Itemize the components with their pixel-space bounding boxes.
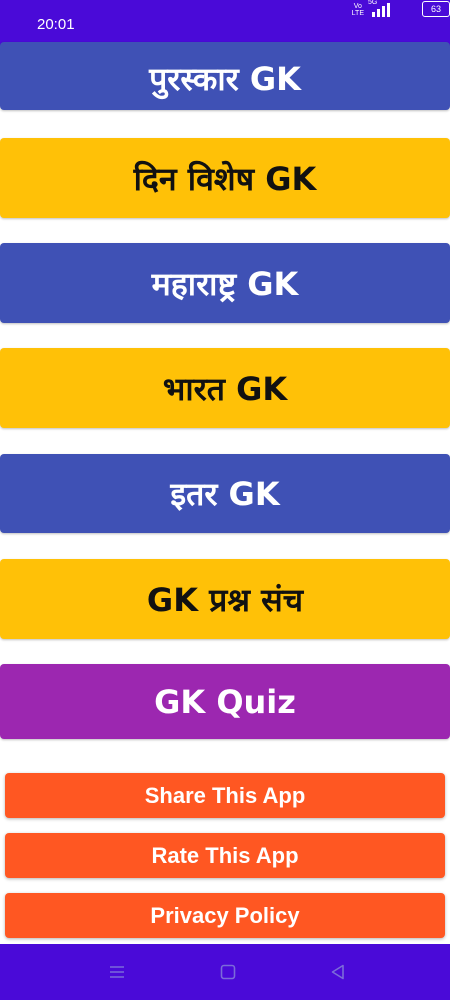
navigation-bar <box>0 944 450 1000</box>
menu-button-bharat-gk[interactable]: भारत GK <box>0 348 450 428</box>
share-app-button[interactable]: Share This App <box>5 773 445 818</box>
menu-button-label: GK Quiz <box>154 682 296 721</box>
menu-button-gk-prashna-sanch[interactable]: GK प्रश्न संच <box>0 559 450 639</box>
signal-icon: 5G <box>368 0 392 17</box>
rate-app-button[interactable]: Rate This App <box>5 833 445 878</box>
privacy-policy-label: Privacy Policy <box>150 902 300 928</box>
menu-button-din-vishesh-gk[interactable]: दिन विशेष GK <box>0 138 450 218</box>
privacy-policy-button[interactable]: Privacy Policy <box>5 893 445 938</box>
menu-button-label: GK प्रश्न संच <box>146 580 304 619</box>
home-icon[interactable] <box>218 962 238 982</box>
menu-icon[interactable] <box>107 962 127 982</box>
battery-level: 63 <box>430 4 441 14</box>
status-bar: 20:01 Vo LTE 5G 63 <box>0 0 450 46</box>
menu-button-label: पुरस्कार GK <box>149 59 301 98</box>
menu-button-itar-gk[interactable]: इतर GK <box>0 454 450 533</box>
menu-button-maharashtra-gk[interactable]: महाराष्ट्र GK <box>0 243 450 323</box>
menu-button-label: दिन विशेष GK <box>133 159 317 198</box>
rate-app-label: Rate This App <box>151 842 299 868</box>
status-time: 20:01 <box>37 16 75 33</box>
battery-icon: 63 <box>422 1 450 17</box>
share-app-label: Share This App <box>144 782 306 808</box>
menu-button-label: भारत GK <box>162 369 288 408</box>
menu-button-label: इतर GK <box>170 475 280 513</box>
menu-button-puraskar-gk[interactable]: पुरस्कार GK <box>0 42 450 110</box>
back-icon[interactable] <box>328 962 348 982</box>
menu-button-gk-quiz[interactable]: GK Quiz <box>0 664 450 739</box>
menu-button-label: महाराष्ट्र GK <box>151 264 299 303</box>
volte-icon: Vo LTE <box>351 3 364 17</box>
